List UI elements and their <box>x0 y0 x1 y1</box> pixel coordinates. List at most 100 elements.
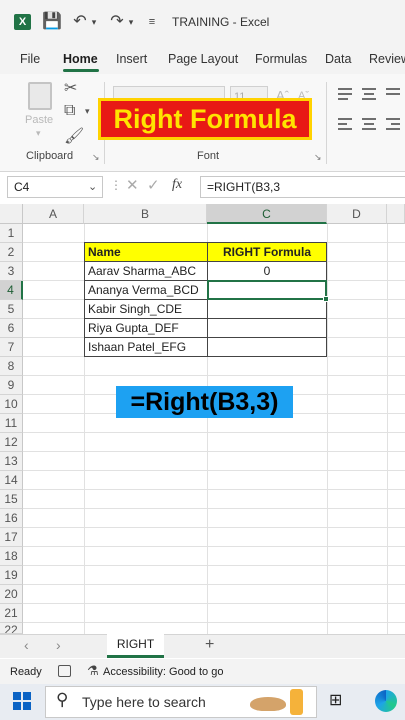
taskbar-search-placeholder[interactable]: Type here to search <box>82 686 206 718</box>
active-cell-selection[interactable] <box>207 280 327 300</box>
redo-icon[interactable]: ↷ <box>107 0 127 44</box>
grid-line <box>23 489 405 490</box>
grid-line <box>23 565 405 566</box>
formula-bar-grip-icon[interactable]: ⋮ <box>110 178 122 192</box>
row-header[interactable]: 18 <box>0 547 23 566</box>
undo-dropdown-icon[interactable]: ▾ <box>89 0 99 44</box>
menu-formulas[interactable]: Formulas <box>255 44 307 74</box>
menu-page-layout[interactable]: Page Layout <box>168 44 238 74</box>
format-painter-icon[interactable]: 🖌 <box>64 126 84 146</box>
next-sheet-icon[interactable]: › <box>56 637 61 653</box>
grid-line <box>23 603 405 604</box>
redo-dropdown-icon[interactable]: ▾ <box>126 0 136 44</box>
row-header[interactable]: 11 <box>0 414 23 433</box>
menu-bar: File Home Insert Page Layout Formulas Da… <box>0 44 405 74</box>
align-center-icon[interactable] <box>362 118 376 130</box>
clipboard-launcher-icon[interactable]: ↘ <box>92 152 100 163</box>
name-cell[interactable]: Riya Gupta_DEF <box>84 318 208 338</box>
sheet-tab-right[interactable]: RIGHT <box>107 633 164 658</box>
active-tab-indicator <box>63 69 99 72</box>
name-cell[interactable]: Aarav Sharma_ABC <box>84 261 208 281</box>
edge-browser-icon[interactable] <box>375 690 397 712</box>
undo-icon[interactable]: ↶ <box>70 0 90 44</box>
row-header[interactable]: 14 <box>0 471 23 490</box>
beach-hat-icon[interactable] <box>250 697 286 711</box>
accessibility-icon[interactable]: ⚗ <box>87 663 99 679</box>
result-cell[interactable]: 0 <box>207 261 327 281</box>
paste-dropdown-icon[interactable]: ▾ <box>36 128 41 139</box>
column-header-a[interactable]: A <box>23 204 84 224</box>
grid-line <box>23 546 405 547</box>
fill-handle[interactable] <box>323 296 329 302</box>
add-sheet-button[interactable]: + <box>205 636 214 654</box>
task-view-icon[interactable]: ⊞ <box>329 690 342 710</box>
menu-file[interactable]: File <box>20 44 40 74</box>
column-header-c[interactable]: C <box>207 204 327 224</box>
column-header-b[interactable]: B <box>84 204 207 224</box>
confirm-entry-icon[interactable]: ✓ <box>147 176 160 194</box>
result-cell[interactable] <box>207 299 327 319</box>
prev-sheet-icon[interactable]: ‹ <box>24 637 29 653</box>
cancel-entry-icon[interactable]: ✕ <box>126 176 139 194</box>
accessibility-status[interactable]: Accessibility: Good to go <box>103 666 223 678</box>
paste-icon[interactable] <box>28 82 52 110</box>
row-header-active[interactable]: 4 <box>0 281 23 300</box>
row-header[interactable]: 17 <box>0 528 23 547</box>
row-header[interactable]: 6 <box>0 319 23 338</box>
row-header[interactable]: 19 <box>0 566 23 585</box>
name-cell[interactable]: Kabir Singh_CDE <box>84 299 208 319</box>
row-header[interactable]: 20 <box>0 585 23 604</box>
formula-overlay-label: =Right(B3,3) <box>116 386 293 418</box>
grid-line <box>23 451 405 452</box>
menu-review[interactable]: Review <box>369 44 405 74</box>
copy-icon[interactable]: ⧉ <box>64 102 75 120</box>
align-middle-icon[interactable] <box>362 88 376 100</box>
row-header[interactable]: 7 <box>0 338 23 357</box>
sunscreen-icon[interactable] <box>290 689 303 715</box>
insert-function-button[interactable]: fx <box>172 177 182 193</box>
grid-line <box>23 508 405 509</box>
row-header[interactable]: 2 <box>0 243 23 262</box>
result-cell[interactable] <box>207 318 327 338</box>
row-header[interactable]: 8 <box>0 357 23 376</box>
row-header[interactable]: 15 <box>0 490 23 509</box>
save-icon[interactable]: 💾 <box>42 0 62 44</box>
menu-insert[interactable]: Insert <box>116 44 147 74</box>
windows-start-icon[interactable] <box>13 692 31 710</box>
align-right-icon[interactable] <box>386 118 400 130</box>
grid-line <box>23 470 405 471</box>
align-top-icon[interactable] <box>338 88 352 100</box>
column-header-e[interactable] <box>387 204 405 224</box>
menu-data[interactable]: Data <box>325 44 351 74</box>
select-all-corner[interactable] <box>0 204 23 224</box>
row-header[interactable]: 1 <box>0 224 23 243</box>
column-header-d[interactable]: D <box>327 204 387 224</box>
name-cell[interactable]: Ananya Verma_BCD <box>84 280 208 300</box>
align-left-icon[interactable] <box>338 118 352 130</box>
row-header[interactable]: 3 <box>0 262 23 281</box>
macro-recording-icon[interactable] <box>58 665 71 677</box>
name-cell[interactable]: Ishaan Patel_EFG <box>84 337 208 357</box>
cut-icon[interactable]: ✂ <box>64 78 77 98</box>
table-header-name[interactable]: Name <box>84 242 208 262</box>
table-header-right-formula[interactable]: RIGHT Formula <box>207 242 327 262</box>
name-box-dropdown-icon[interactable]: ⌄ <box>88 180 97 193</box>
result-cell[interactable] <box>207 337 327 357</box>
grid-line <box>23 527 405 528</box>
excel-logo-icon: X <box>14 14 31 30</box>
customize-toolbar-icon[interactable]: ≡ <box>145 0 159 44</box>
row-header[interactable]: 21 <box>0 604 23 623</box>
formula-input[interactable]: =RIGHT(B3,3 <box>200 176 405 198</box>
row-header[interactable]: 12 <box>0 433 23 452</box>
grid-line <box>387 224 388 634</box>
row-header[interactable]: 10 <box>0 395 23 414</box>
row-header[interactable]: 16 <box>0 509 23 528</box>
copy-dropdown-icon[interactable]: ▾ <box>85 106 90 117</box>
paste-button[interactable]: Paste <box>25 114 53 126</box>
row-header[interactable]: 5 <box>0 300 23 319</box>
row-header[interactable]: 9 <box>0 376 23 395</box>
row-header[interactable]: 13 <box>0 452 23 471</box>
row-header[interactable]: 22 <box>0 623 23 634</box>
align-bottom-icon[interactable] <box>386 88 400 100</box>
font-launcher-icon[interactable]: ↘ <box>314 152 322 163</box>
